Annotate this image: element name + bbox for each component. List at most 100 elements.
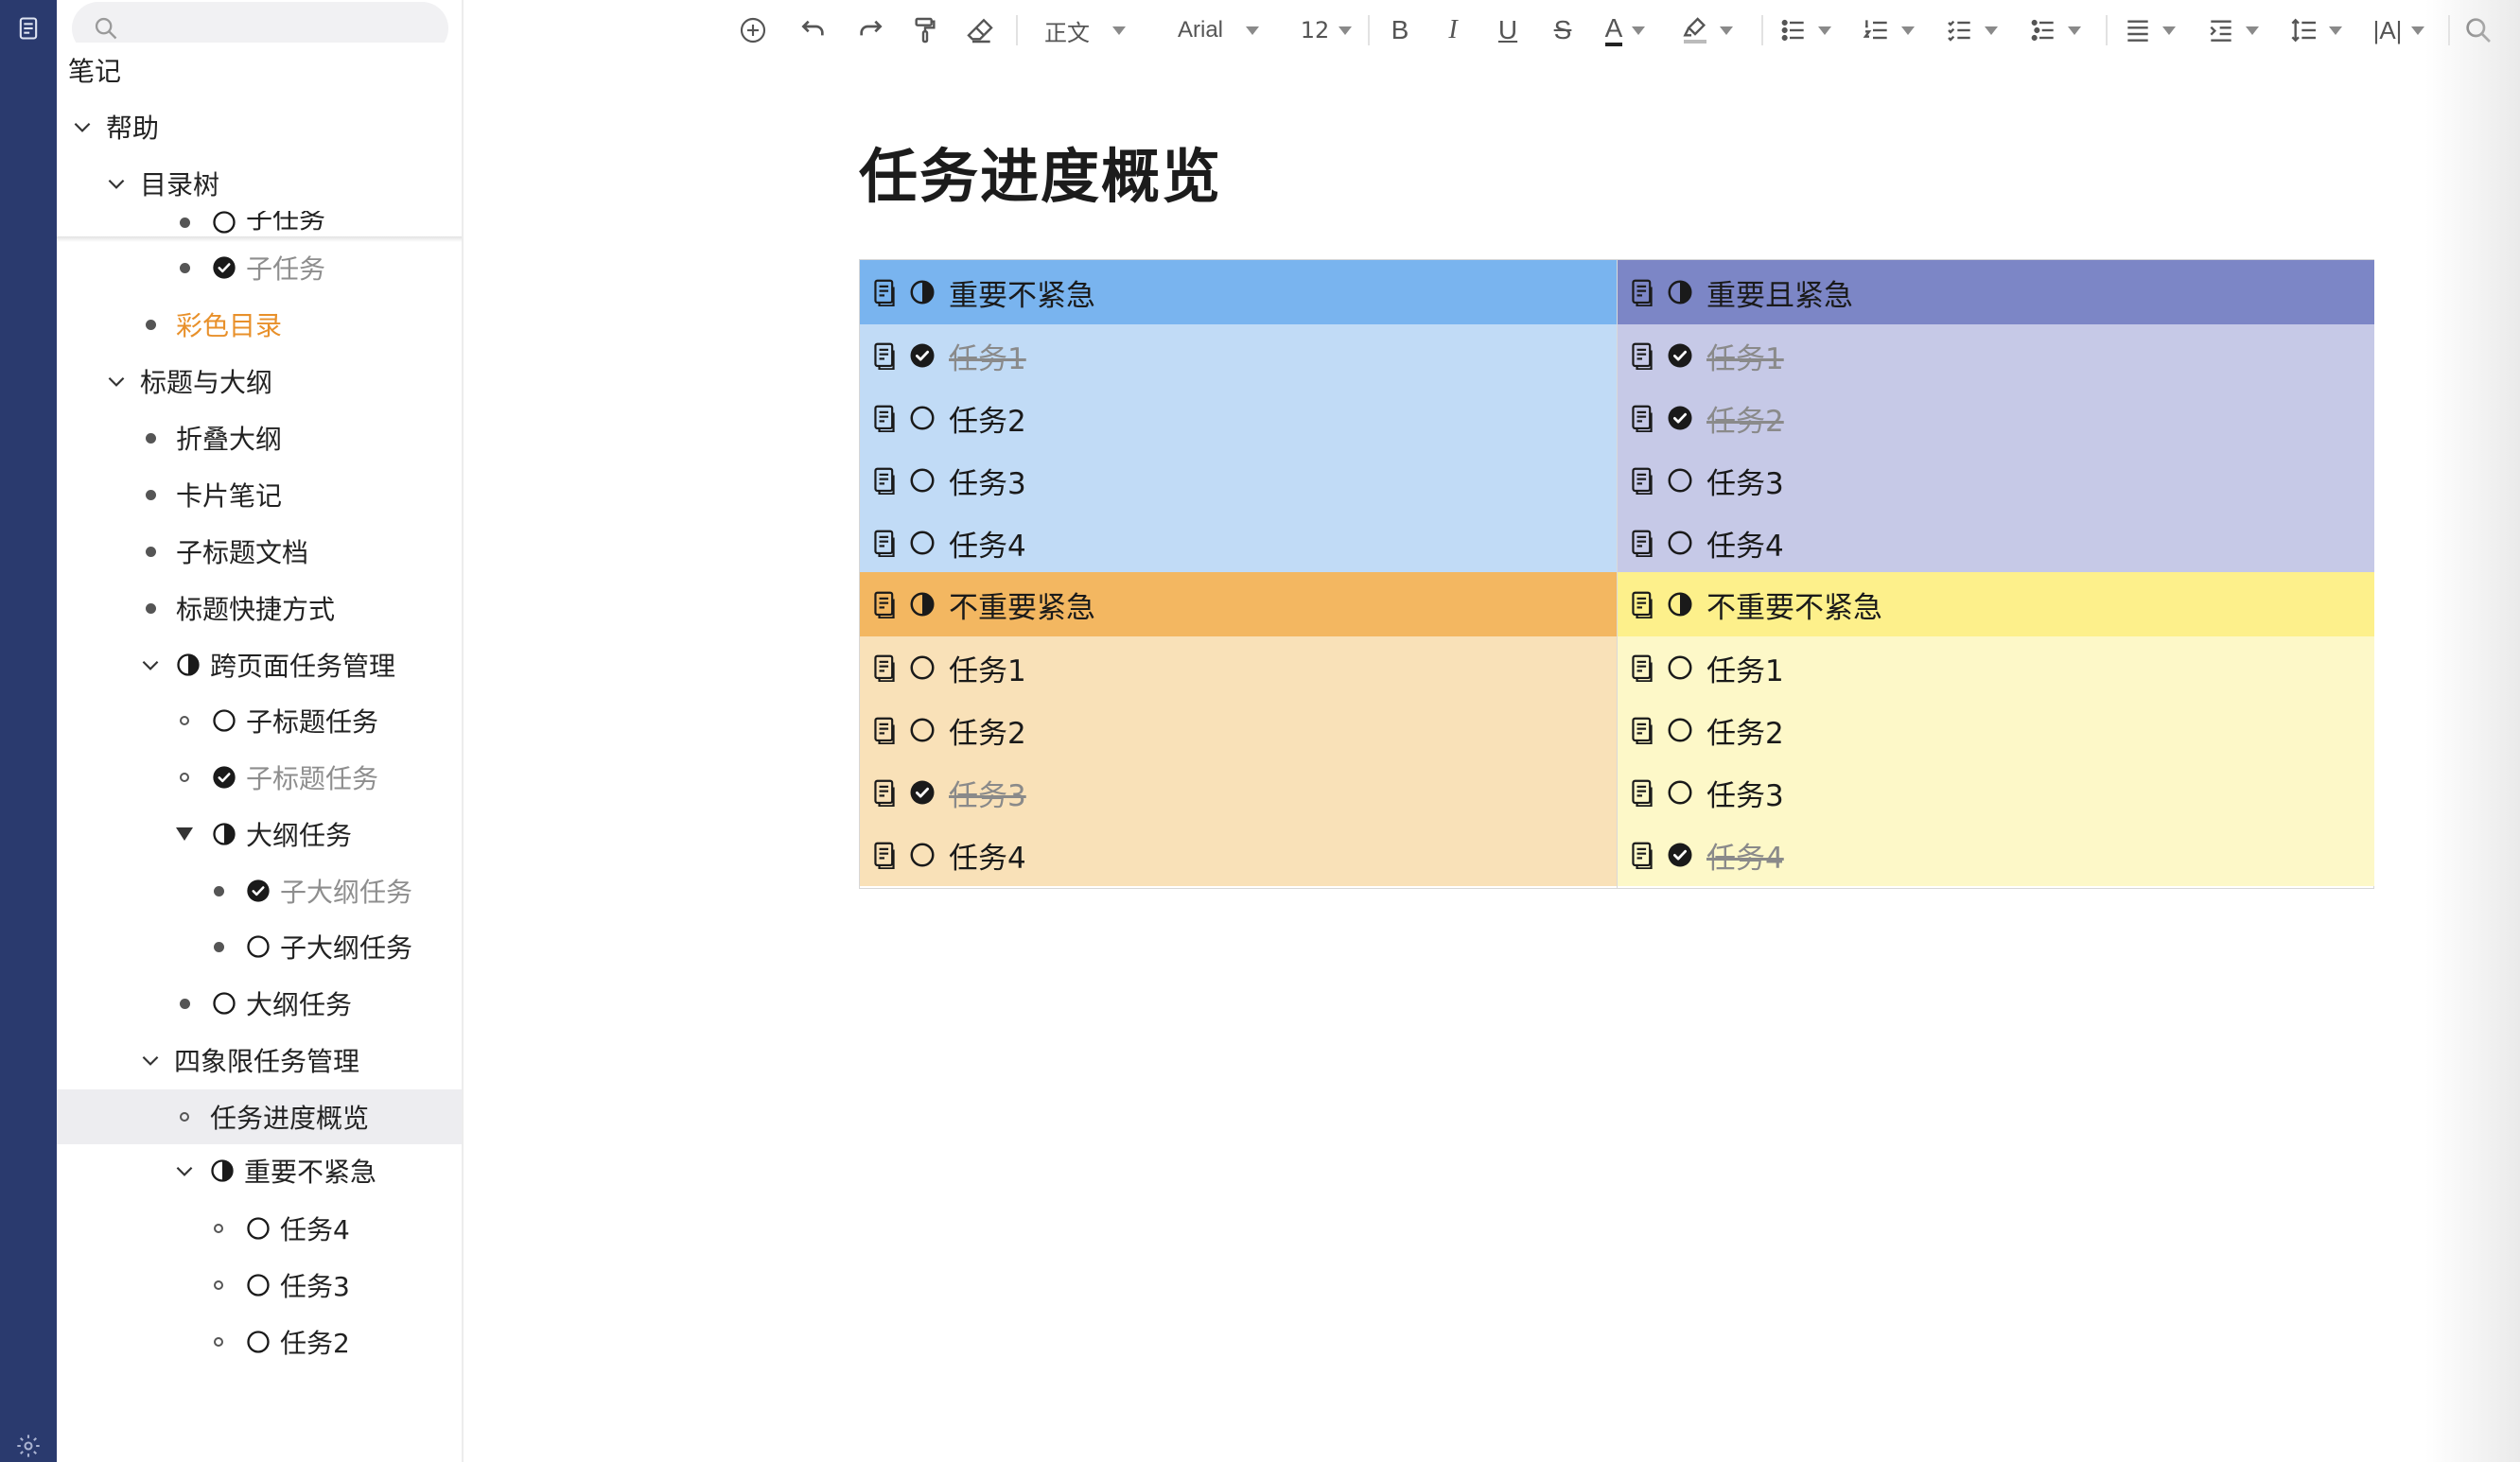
sidebar-item[interactable]: 子大纲任务 bbox=[57, 919, 462, 974]
add-icon[interactable] bbox=[734, 11, 772, 49]
redo-icon[interactable] bbox=[851, 11, 889, 49]
font-family-select[interactable]: Arial bbox=[1171, 11, 1266, 49]
task-progress-icon[interactable] bbox=[907, 277, 937, 307]
sidebar-item[interactable]: 任务3 bbox=[57, 1258, 462, 1313]
quadrant-header[interactable]: 重要且紧急 bbox=[1618, 260, 2374, 324]
sidebar-item[interactable]: 大纲任务 bbox=[57, 976, 462, 1031]
task-row[interactable]: 任务4 bbox=[1618, 512, 2374, 574]
task-empty-icon[interactable] bbox=[907, 715, 937, 745]
sidebar-item[interactable]: 子标题文档 bbox=[57, 524, 462, 579]
sidebar-item[interactable]: 四象限任务管理 bbox=[57, 1033, 462, 1088]
format-painter-icon[interactable] bbox=[906, 11, 944, 49]
chevron-down-icon[interactable] bbox=[136, 651, 165, 679]
sidebar-item[interactable]: 子任务 bbox=[57, 240, 462, 295]
sidebar-item[interactable]: 任务进度概览 bbox=[57, 1089, 462, 1144]
chevron-down-icon[interactable] bbox=[68, 113, 96, 141]
task-empty-icon[interactable] bbox=[1665, 777, 1695, 808]
document-icon[interactable] bbox=[1627, 340, 1657, 371]
notes-icon[interactable] bbox=[11, 11, 45, 45]
document-icon[interactable] bbox=[869, 715, 900, 745]
document-icon[interactable] bbox=[869, 840, 900, 870]
task-half-icon[interactable] bbox=[210, 820, 238, 848]
task-empty-icon[interactable] bbox=[907, 528, 937, 558]
strikethrough-icon[interactable]: S bbox=[1544, 11, 1582, 49]
italic-icon[interactable]: I bbox=[1434, 11, 1472, 49]
highlight-button[interactable] bbox=[1676, 11, 1737, 49]
task-row[interactable]: 任务2 bbox=[1618, 387, 2374, 449]
document-icon[interactable] bbox=[869, 528, 900, 558]
task-row[interactable]: 任务4 bbox=[860, 824, 1617, 886]
task-empty-icon[interactable] bbox=[244, 1328, 272, 1356]
task-progress-icon[interactable] bbox=[1665, 589, 1695, 619]
task-row[interactable]: 任务1 bbox=[1618, 636, 2374, 699]
document-icon[interactable] bbox=[1627, 528, 1657, 558]
indent-button[interactable] bbox=[2202, 11, 2263, 49]
task-row[interactable]: 任务3 bbox=[860, 761, 1617, 824]
underline-icon[interactable]: U bbox=[1489, 11, 1527, 49]
task-row[interactable]: 任务2 bbox=[1618, 699, 2374, 761]
document-icon[interactable] bbox=[869, 340, 900, 371]
bold-icon[interactable]: B bbox=[1381, 11, 1419, 49]
sidebar-item[interactable]: 目录树 bbox=[57, 156, 462, 211]
sidebar-item[interactable]: 重要不紧急 bbox=[57, 1143, 462, 1198]
document-icon[interactable] bbox=[869, 277, 900, 307]
chevron-down-icon[interactable] bbox=[102, 367, 131, 395]
sidebar-item[interactable]: 跨页面任务管理 bbox=[57, 637, 462, 692]
task-progress-icon[interactable] bbox=[208, 1157, 236, 1185]
text-spacing-button[interactable]: |A| bbox=[2369, 11, 2429, 49]
document-icon[interactable] bbox=[1627, 840, 1657, 870]
task-row[interactable]: 任务4 bbox=[860, 512, 1617, 574]
paragraph-style-select[interactable]: 正文 bbox=[1042, 11, 1128, 49]
task-row[interactable]: 任务3 bbox=[860, 449, 1617, 512]
task-empty-icon[interactable] bbox=[244, 1214, 272, 1243]
sidebar-item[interactable]: 彩色目录 bbox=[57, 297, 462, 352]
task-empty-icon[interactable] bbox=[1665, 715, 1695, 745]
sidebar-item[interactable]: 任务4 bbox=[57, 1201, 462, 1256]
task-done-icon[interactable] bbox=[907, 777, 937, 808]
task-row[interactable]: 任务2 bbox=[860, 699, 1617, 761]
line-height-button[interactable] bbox=[2285, 11, 2346, 49]
document-icon[interactable] bbox=[869, 653, 900, 683]
sidebar-item[interactable]: 大纲任务 bbox=[57, 807, 462, 862]
document-icon[interactable] bbox=[1627, 653, 1657, 683]
font-color-button[interactable]: A bbox=[1595, 11, 1655, 49]
sidebar-item[interactable]: 标题与大纲 bbox=[57, 354, 462, 409]
task-empty-icon[interactable] bbox=[244, 932, 272, 961]
sidebar-item[interactable]: 笔记 bbox=[57, 43, 462, 97]
chevron-down-icon[interactable] bbox=[136, 1046, 165, 1074]
sidebar-item[interactable]: 帮助 bbox=[57, 99, 462, 154]
task-done-icon[interactable] bbox=[907, 340, 937, 371]
quadrant-header[interactable]: 不重要紧急 bbox=[860, 572, 1617, 636]
task-empty-icon[interactable] bbox=[1665, 653, 1695, 683]
collapse-triangle-icon[interactable] bbox=[170, 820, 199, 848]
sidebar-item[interactable]: 卡片笔记 bbox=[57, 467, 462, 522]
document-icon[interactable] bbox=[1627, 277, 1657, 307]
document-icon[interactable] bbox=[1627, 777, 1657, 808]
document-icon[interactable] bbox=[869, 403, 900, 433]
task-empty-icon[interactable] bbox=[1665, 465, 1695, 496]
document-icon[interactable] bbox=[869, 777, 900, 808]
document-icon[interactable] bbox=[1627, 403, 1657, 433]
task-done-icon[interactable] bbox=[1665, 403, 1695, 433]
task-row[interactable]: 任务1 bbox=[860, 324, 1617, 387]
document-icon[interactable] bbox=[1627, 715, 1657, 745]
bullet-list-button[interactable] bbox=[1775, 11, 1835, 49]
task-row[interactable]: 任务1 bbox=[860, 636, 1617, 699]
align-button[interactable] bbox=[2119, 11, 2179, 49]
sidebar-item[interactable]: 折叠大纲 bbox=[57, 410, 462, 465]
document-icon[interactable] bbox=[869, 465, 900, 496]
task-done-icon[interactable] bbox=[1665, 340, 1695, 371]
chevron-down-icon[interactable] bbox=[170, 1157, 199, 1185]
task-done-icon[interactable] bbox=[1665, 840, 1695, 870]
sidebar-item[interactable]: 任务2 bbox=[57, 1314, 462, 1369]
checklist-button[interactable] bbox=[1941, 11, 2002, 49]
task-empty-icon[interactable] bbox=[1665, 528, 1695, 558]
task-done-icon[interactable] bbox=[210, 763, 238, 792]
task-empty-icon[interactable] bbox=[907, 653, 937, 683]
task-row[interactable]: 任务3 bbox=[1618, 449, 2374, 512]
task-done-icon[interactable] bbox=[244, 877, 272, 905]
document-icon[interactable] bbox=[1627, 465, 1657, 496]
document-icon[interactable] bbox=[869, 589, 900, 619]
task-progress-icon[interactable] bbox=[907, 589, 937, 619]
undo-icon[interactable] bbox=[795, 11, 832, 49]
